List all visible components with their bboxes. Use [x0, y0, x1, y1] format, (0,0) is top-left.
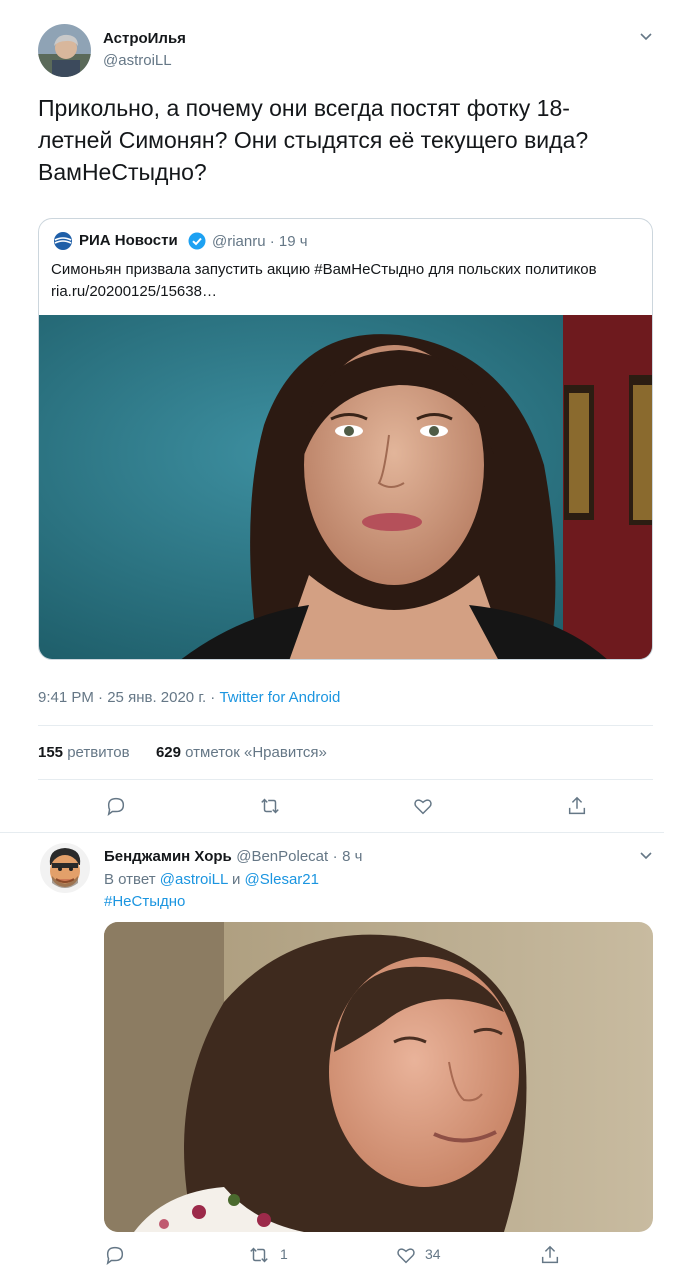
divider [38, 779, 653, 780]
tweet-time[interactable]: 9:41 PM [38, 689, 94, 706]
retweets-count: 155 [38, 744, 64, 761]
divider [38, 725, 653, 726]
reply-header: Бенджамин Хорь @BenPolecat · 8 ч [104, 848, 362, 866]
quoted-text: Симоньян призвала запустить акцию #ВамНе… [51, 259, 646, 303]
quoted-text-body: Симоньян призвала запустить акцию #ВамНе… [51, 261, 597, 278]
quoted-author-name[interactable]: РИА Новости [79, 232, 178, 249]
chevron-down-icon[interactable] [638, 28, 654, 47]
reply-image[interactable] [104, 922, 653, 1232]
likes-stat[interactable]: 629 отметок «Нравится» [156, 744, 327, 761]
quoted-image[interactable] [39, 315, 652, 659]
share-icon[interactable] [539, 1244, 561, 1266]
retweet-count: 1 [280, 1246, 288, 1262]
quoted-meta: @rianru · 19 ч [212, 233, 308, 250]
reply-icon[interactable] [104, 1244, 126, 1266]
share-icon[interactable] [566, 795, 588, 817]
reply-author-handle[interactable]: @BenPolecat [236, 848, 328, 865]
quoted-author-handle[interactable]: @rianru [212, 233, 266, 250]
tweet-text: Прикольно, а почему они всегда постят фо… [38, 92, 668, 188]
retweet-icon[interactable] [259, 795, 281, 817]
like-icon[interactable] [395, 1244, 417, 1266]
reply-author-avatar[interactable] [40, 843, 90, 893]
separator: · [98, 689, 104, 706]
reply-and: и [231, 871, 241, 888]
tweet-meta: 9:41 PM · 25 янв. 2020 г. · Twitter for … [38, 689, 340, 706]
quoted-tweet[interactable]: РИА Новости @rianru · 19 ч Симоньян приз… [38, 218, 653, 660]
retweet-icon[interactable] [248, 1244, 270, 1266]
tweet-text-line: ВамНеСтыдно? [38, 159, 207, 185]
ria-logo-icon [53, 231, 73, 251]
retweets-stat[interactable]: 155 ретвитов [38, 744, 130, 761]
reply-prefix: В ответ [104, 871, 156, 888]
tweet-client[interactable]: Twitter for Android [219, 689, 340, 706]
tweet-text-line: летней Симонян? Они стыдятся её текущего… [38, 127, 589, 153]
mention-link[interactable]: @Slesar21 [245, 871, 319, 888]
replying-to: В ответ @astroiLL и @Slesar21 [104, 871, 319, 888]
quoted-time[interactable]: 19 ч [279, 233, 308, 250]
divider [0, 832, 664, 833]
separator: · [332, 848, 338, 865]
like-icon[interactable] [412, 795, 434, 817]
author-handle[interactable]: @astroiLL [103, 52, 172, 69]
reply-author-name[interactable]: Бенджамин Хорь [104, 848, 232, 865]
mention-link[interactable]: @astroiLL [160, 871, 228, 888]
reply-icon[interactable] [105, 795, 127, 817]
separator: · [269, 233, 275, 250]
verified-icon [188, 232, 206, 250]
separator: · [210, 689, 216, 706]
reply-time[interactable]: 8 ч [342, 848, 362, 865]
likes-label: отметок «Нравится» [185, 744, 327, 761]
retweets-label: ретвитов [67, 744, 130, 761]
tweet-date[interactable]: 25 янв. 2020 г. [107, 689, 206, 706]
author-name[interactable]: АстроИлья [103, 30, 186, 47]
author-avatar[interactable] [38, 24, 91, 77]
tweet-text-line: Прикольно, а почему они всегда постят фо… [38, 95, 570, 121]
likes-count: 629 [155, 744, 181, 761]
chevron-down-icon[interactable] [638, 847, 654, 866]
like-count: 34 [425, 1246, 441, 1262]
tweet-stats: 155 ретвитов 629 отметок «Нравится» [38, 744, 327, 761]
reply-hashtag[interactable]: #НеСтыдно [104, 893, 185, 910]
quoted-link[interactable]: ria.ru/20200125/15638… [51, 281, 646, 303]
